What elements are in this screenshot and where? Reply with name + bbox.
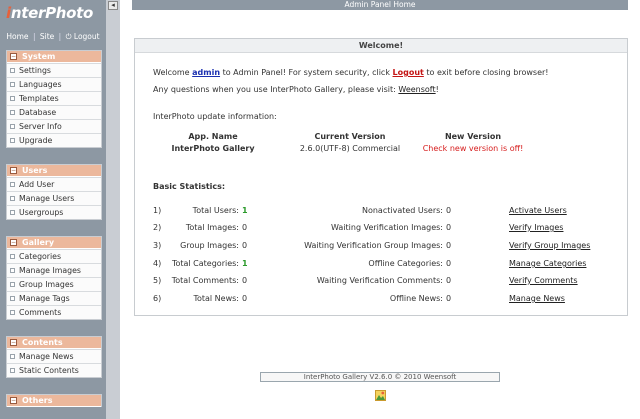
- sidebar-item-languages[interactable]: Languages: [7, 77, 101, 91]
- sidebar-item-add-user[interactable]: Add User: [7, 177, 101, 191]
- activate-users-link[interactable]: Activate Users: [509, 206, 567, 215]
- menu-group-gallery: − Gallery Categories Manage Images Group …: [6, 236, 102, 320]
- menu-group-header[interactable]: − Others: [7, 395, 101, 407]
- bullet-icon: [10, 268, 15, 273]
- col-header-current-version: Current Version: [314, 132, 386, 141]
- bullet-icon: [10, 282, 15, 287]
- collapse-icon[interactable]: −: [10, 53, 17, 60]
- menu-group-title: Contents: [22, 338, 63, 347]
- logout-link[interactable]: ⏻ Logout: [66, 32, 100, 41]
- verify-comments-link[interactable]: Verify Comments: [509, 276, 578, 285]
- sidebar-item-usergroups[interactable]: Usergroups: [7, 205, 101, 219]
- sidebar-item-settings[interactable]: Settings: [7, 63, 101, 77]
- collapse-arrow-icon[interactable]: ◂: [108, 1, 118, 10]
- menu-group-users: − Users Add User Manage Users Usergroups: [6, 164, 102, 220]
- home-link[interactable]: Home: [6, 32, 28, 41]
- sidebar-item-server-info[interactable]: Server Info: [7, 119, 101, 133]
- page-header: Admin Panel Home: [132, 0, 628, 10]
- footer-copyright: InterPhoto Gallery V2.6.0 © 2010 Weensof…: [260, 372, 500, 382]
- bullet-icon: [10, 138, 15, 143]
- bullet-icon: [10, 210, 15, 215]
- bullet-icon: [10, 124, 15, 129]
- link-separator: |: [58, 32, 62, 41]
- sidebar-item-manage-images[interactable]: Manage Images: [7, 263, 101, 277]
- power-icon: ⏻: [65, 32, 72, 41]
- menu-group-others: − Others: [6, 394, 102, 407]
- gallery-icon[interactable]: [375, 390, 386, 401]
- admin-user-link[interactable]: admin: [192, 68, 220, 77]
- menu-group-title: Gallery: [22, 238, 55, 247]
- sidebar-item-categories[interactable]: Categories: [7, 249, 101, 263]
- bullet-icon: [10, 182, 15, 187]
- manage-news-link[interactable]: Manage News: [509, 294, 565, 303]
- manage-categories-link[interactable]: Manage Categories: [509, 259, 586, 268]
- sidebar-item-manage-tags[interactable]: Manage Tags: [7, 291, 101, 305]
- link-separator: |: [32, 32, 36, 41]
- current-version-value: 2.6.0(UTF-8) Commercial: [299, 144, 401, 153]
- verify-group-images-link[interactable]: Verify Group Images: [509, 241, 590, 250]
- weensoft-link[interactable]: Weensoft: [398, 85, 435, 94]
- welcome-panel: Welcome! Welcome admin to Admin Panel! F…: [134, 38, 628, 316]
- verify-images-link[interactable]: Verify Images: [509, 223, 563, 232]
- sidebar-item-manage-users[interactable]: Manage Users: [7, 191, 101, 205]
- collapse-icon[interactable]: −: [10, 339, 17, 346]
- menu-group-title: Others: [22, 396, 53, 405]
- sidebar-item-templates[interactable]: Templates: [7, 91, 101, 105]
- support-message: Any questions when you use InterPhoto Ga…: [153, 85, 439, 94]
- page-title: Admin Panel Home: [344, 0, 416, 9]
- sidebar-item-static-contents[interactable]: Static Contents: [7, 363, 101, 377]
- bullet-icon: [10, 96, 15, 101]
- menu-group-header[interactable]: − Users: [7, 165, 101, 177]
- bullet-icon: [10, 110, 15, 115]
- bullet-icon: [10, 296, 15, 301]
- menu-group-header[interactable]: − Gallery: [7, 237, 101, 249]
- update-info-title: InterPhoto update information:: [153, 112, 277, 121]
- col-header-new-version: New Version: [444, 132, 502, 141]
- app-name-value: InterPhoto Gallery: [171, 144, 255, 153]
- bullet-icon: [10, 196, 15, 201]
- bullet-icon: [10, 68, 15, 73]
- panel-title: Welcome!: [135, 39, 627, 53]
- sidebar-item-group-images[interactable]: Group Images: [7, 277, 101, 291]
- new-version-status: Check new version is off!: [422, 144, 524, 153]
- menu-group-system: − System Settings Languages Templates Dat…: [6, 50, 102, 148]
- menu-group-header[interactable]: − Contents: [7, 337, 101, 349]
- collapse-icon[interactable]: −: [10, 239, 17, 246]
- bullet-icon: [10, 82, 15, 87]
- bullet-icon: [10, 254, 15, 259]
- site-link[interactable]: Site: [40, 32, 54, 41]
- app-logo[interactable]: interPhoto: [6, 4, 93, 22]
- menu-group-contents: − Contents Manage News Static Contents: [6, 336, 102, 378]
- menu-group-title: System: [22, 52, 56, 61]
- bullet-icon: [10, 368, 15, 373]
- bullet-icon: [10, 354, 15, 359]
- stats-title: Basic Statistics:: [153, 182, 226, 191]
- welcome-message: Welcome admin to Admin Panel! For system…: [153, 68, 549, 77]
- logout-link-inline[interactable]: Logout: [393, 68, 424, 77]
- menu-group-header[interactable]: − System: [7, 51, 101, 63]
- col-header-app-name: App. Name: [188, 132, 238, 141]
- sidebar-item-comments[interactable]: Comments: [7, 305, 101, 319]
- collapse-icon[interactable]: −: [10, 397, 17, 404]
- sidebar: interPhoto Home | Site | ⏻ Logout − Syste…: [0, 0, 106, 419]
- bullet-icon: [10, 310, 15, 315]
- collapse-icon[interactable]: −: [10, 167, 17, 174]
- sidebar-item-manage-news[interactable]: Manage News: [7, 349, 101, 363]
- frame-divider[interactable]: ◂: [106, 0, 120, 419]
- menu-group-title: Users: [22, 166, 48, 175]
- sidebar-item-upgrade[interactable]: Upgrade: [7, 133, 101, 147]
- sidebar-item-database[interactable]: Database: [7, 105, 101, 119]
- top-links: Home | Site | ⏻ Logout: [0, 32, 106, 42]
